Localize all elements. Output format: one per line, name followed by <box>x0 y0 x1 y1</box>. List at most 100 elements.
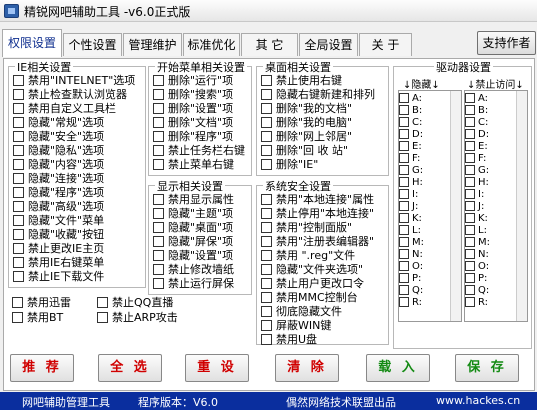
checkbox[interactable] <box>465 177 475 187</box>
ie-option[interactable]: 隐藏"连接"选项 <box>13 173 104 186</box>
checkbox[interactable] <box>465 105 475 115</box>
checkbox[interactable] <box>12 297 23 308</box>
desktop-option[interactable]: 删除"回 收 站" <box>261 145 348 158</box>
clear-button[interactable]: 清 除 <box>275 354 339 382</box>
checkbox[interactable] <box>465 153 475 163</box>
checkbox[interactable] <box>261 320 272 331</box>
checkbox[interactable] <box>13 159 24 170</box>
ie-option[interactable]: 隐藏"安全"选项 <box>13 131 104 144</box>
checkbox[interactable] <box>13 145 24 156</box>
checkbox[interactable] <box>153 250 164 261</box>
checkbox[interactable] <box>13 187 24 198</box>
checkbox[interactable] <box>399 105 409 115</box>
load-button[interactable]: 载 入 <box>366 354 430 382</box>
display-option[interactable]: 隐藏"桌面"项 <box>153 222 233 235</box>
checkbox[interactable] <box>153 222 164 233</box>
checkbox[interactable] <box>153 236 164 247</box>
desktop-option[interactable]: 删除"我的电脑" <box>261 117 352 130</box>
hide-drive-list[interactable]: A: B: C: D: E: F: G: H: I: J: K: L: M: N… <box>398 90 462 322</box>
ie-option[interactable]: 禁用IE右键菜单 <box>13 257 104 270</box>
checkbox[interactable] <box>399 153 409 163</box>
ie-option[interactable]: 隐藏"收藏"按钮 <box>13 229 104 242</box>
checkbox[interactable] <box>399 177 409 187</box>
checkbox[interactable] <box>153 264 164 275</box>
checkbox[interactable] <box>153 75 164 86</box>
checkbox[interactable] <box>13 117 24 128</box>
checkbox[interactable] <box>13 131 24 142</box>
ie-option[interactable]: 隐藏"内容"选项 <box>13 159 104 172</box>
checkbox[interactable] <box>261 250 272 261</box>
checkbox[interactable] <box>399 213 409 223</box>
checkbox[interactable] <box>153 159 164 170</box>
ie-option[interactable]: 禁止IE下载文件 <box>13 271 104 284</box>
checkbox[interactable] <box>399 165 409 175</box>
display-option[interactable]: 禁用显示属性 <box>153 194 234 207</box>
system-option[interactable]: 禁用"本地连接"属性 <box>261 194 374 207</box>
checkbox[interactable] <box>465 201 475 211</box>
system-option[interactable]: 屏蔽WIN键 <box>261 320 331 333</box>
tab-other[interactable]: 其 它 <box>241 33 298 56</box>
start-menu-option[interactable]: 禁止任务栏右键 <box>153 145 245 158</box>
select-all-button[interactable]: 全 选 <box>98 354 162 382</box>
start-menu-option[interactable]: 删除"设置"项 <box>153 103 233 116</box>
start-menu-option[interactable]: 删除"搜索"项 <box>153 89 233 102</box>
tab-personalize[interactable]: 个性设置 <box>63 33 122 56</box>
checkbox[interactable] <box>261 236 272 247</box>
checkbox[interactable] <box>465 249 475 259</box>
display-option[interactable]: 禁止修改墙纸 <box>153 264 234 277</box>
system-option[interactable]: 禁止用户更改口令 <box>261 278 364 291</box>
checkbox[interactable] <box>465 93 475 103</box>
system-option[interactable]: 禁止停用"本地连接" <box>261 208 374 221</box>
checkbox[interactable] <box>153 145 164 156</box>
checkbox[interactable] <box>399 201 409 211</box>
checkbox[interactable] <box>399 129 409 139</box>
checkbox[interactable] <box>399 261 409 271</box>
checkbox[interactable] <box>153 131 164 142</box>
ie-option[interactable]: 禁止检查默认浏览器 <box>13 89 127 102</box>
checkbox[interactable] <box>153 208 164 219</box>
ie-option[interactable]: 禁用自定义工具栏 <box>13 103 116 116</box>
ie-option[interactable]: 隐藏"文件"菜单 <box>13 215 104 228</box>
status-url[interactable]: www.hackes.cn <box>436 394 520 407</box>
checkbox[interactable] <box>465 129 475 139</box>
system-option[interactable]: 禁用MMC控制台 <box>261 292 358 305</box>
support-author-button[interactable]: 支持作者 <box>477 31 536 55</box>
checkbox[interactable] <box>261 194 272 205</box>
display-option[interactable]: 隐藏"设置"项 <box>153 250 233 263</box>
checkbox[interactable] <box>465 273 475 283</box>
tab-maintenance[interactable]: 管理维护 <box>123 33 182 56</box>
checkbox[interactable] <box>153 194 164 205</box>
checkbox[interactable] <box>153 117 164 128</box>
checkbox[interactable] <box>261 334 272 345</box>
checkbox[interactable] <box>399 189 409 199</box>
display-option[interactable]: 禁止运行屏保 <box>153 278 234 291</box>
checkbox[interactable] <box>13 215 24 226</box>
system-option[interactable]: 禁用"注册表编辑器" <box>261 236 374 249</box>
checkbox[interactable] <box>399 297 409 307</box>
tab-permissions[interactable]: 权限设置 <box>2 29 62 57</box>
checkbox[interactable] <box>465 141 475 151</box>
start-menu-option[interactable]: 删除"程序"项 <box>153 131 233 144</box>
desktop-option[interactable]: 删除"我的文档" <box>261 103 352 116</box>
tab-global[interactable]: 全局设置 <box>299 33 358 56</box>
checkbox[interactable] <box>261 103 272 114</box>
checkbox[interactable] <box>261 306 272 317</box>
checkbox[interactable] <box>399 273 409 283</box>
checkbox[interactable] <box>465 189 475 199</box>
desktop-option[interactable]: 禁止使用右键 <box>261 75 342 88</box>
checkbox[interactable] <box>153 278 164 289</box>
checkbox[interactable] <box>13 103 24 114</box>
checkbox[interactable] <box>465 165 475 175</box>
start-menu-option[interactable]: 删除"运行"项 <box>153 75 233 88</box>
checkbox[interactable] <box>13 257 24 268</box>
checkbox[interactable] <box>399 117 409 127</box>
checkbox[interactable] <box>261 208 272 219</box>
checkbox[interactable] <box>13 173 24 184</box>
checkbox[interactable] <box>261 75 272 86</box>
ie-option[interactable]: 禁用"INTELNET"选项 <box>13 75 135 88</box>
block-arp-checkbox[interactable]: 禁止ARP攻击 <box>97 312 178 325</box>
ie-option[interactable]: 隐藏"常规"选项 <box>13 117 104 130</box>
desktop-option[interactable]: 删除"IE" <box>261 159 318 172</box>
checkbox[interactable] <box>13 271 24 282</box>
disable-bt-checkbox[interactable]: 禁用BT <box>12 312 63 325</box>
